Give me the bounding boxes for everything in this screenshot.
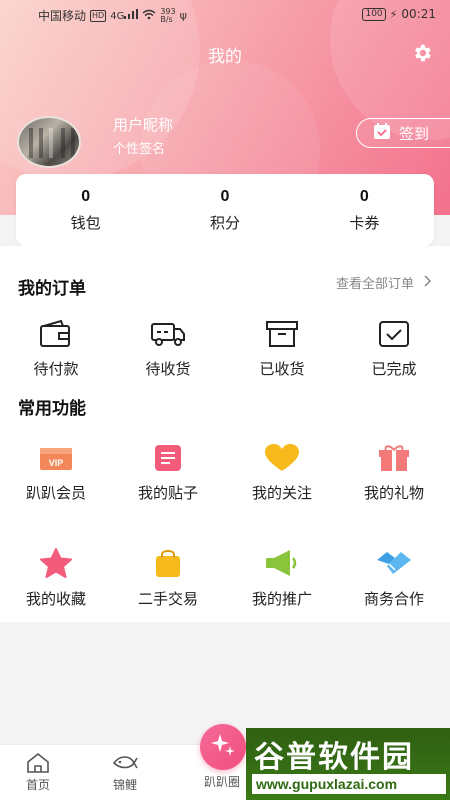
note-icon: [151, 444, 185, 476]
func-favorites[interactable]: 我的收藏: [0, 548, 112, 609]
gift-icon: [377, 444, 411, 476]
charging-icon: ⚡: [389, 7, 398, 21]
func-label: 我的礼物: [363, 484, 424, 502]
func-vip[interactable]: VIP 趴趴会员: [0, 444, 112, 503]
func-promotion[interactable]: 我的推广: [226, 548, 338, 609]
order-awaiting-delivery[interactable]: 待收货: [112, 320, 224, 379]
func-following[interactable]: 我的关注: [226, 444, 338, 503]
order-label: 待收货: [145, 360, 191, 378]
stat-wallet[interactable]: 0 钱包: [16, 174, 155, 246]
stat-value: 0: [359, 187, 369, 205]
svg-text:VIP: VIP: [49, 458, 64, 468]
usb-icon: ψ: [179, 9, 187, 22]
order-label: 已收货: [259, 360, 305, 378]
stat-coupons[interactable]: 0 卡券: [295, 174, 434, 246]
hd-badge: HD: [90, 9, 107, 22]
shopping-bag-icon: [151, 548, 185, 582]
func-posts[interactable]: 我的贴子: [112, 444, 224, 503]
star-icon: [39, 548, 73, 582]
func-label: 我的推广: [251, 590, 312, 608]
handshake-icon: [375, 548, 413, 582]
checkin-label: 签到: [399, 124, 430, 143]
truck-icon: [150, 320, 186, 352]
order-pending-payment[interactable]: 待付款: [0, 319, 112, 379]
watermark-text: 谷普软件园: [254, 740, 414, 775]
orders-section: 我的订单 查看全部订单 待付款 待收货 已收货 已完成: [0, 246, 450, 386]
stat-label: 钱包: [70, 213, 101, 232]
stat-value: 0: [81, 187, 91, 205]
avatar[interactable]: [17, 116, 81, 168]
stat-points[interactable]: 0 积分: [155, 174, 294, 246]
stat-value: 0: [220, 187, 230, 205]
order-label: 已完成: [371, 360, 417, 378]
nickname[interactable]: 用户昵称: [113, 114, 173, 135]
watermark-url: www.gupuxlazai.com: [252, 774, 446, 794]
func-gifts[interactable]: 我的礼物: [338, 444, 450, 503]
calendar-check-icon: [373, 122, 391, 144]
order-label: 待付款: [33, 360, 79, 378]
func-label: 我的贴子: [137, 484, 198, 502]
battery-indicator: 100: [362, 7, 386, 21]
func-label: 我的收藏: [25, 590, 86, 608]
nav-circle-button[interactable]: [200, 724, 246, 770]
box-icon: [265, 320, 299, 352]
vip-card-icon: VIP: [39, 444, 73, 476]
functions-section: 常用功能 VIP 趴趴会员 我的贴子 我的关注 我的礼物 我的收藏 二手交易 我…: [0, 386, 450, 622]
wifi-icon: [142, 9, 156, 23]
func-label: 商务合作: [363, 590, 424, 608]
view-all-orders-link[interactable]: 查看全部订单: [336, 273, 432, 292]
signature[interactable]: 个性签名: [113, 138, 165, 157]
stat-label: 积分: [209, 213, 240, 232]
func-label: 我的关注: [251, 484, 312, 502]
megaphone-icon: [264, 548, 300, 582]
checkin-button[interactable]: 签到: [356, 118, 450, 148]
func-business[interactable]: 商务合作: [338, 548, 450, 609]
func-label: 二手交易: [137, 590, 198, 608]
sparkle-icon: [210, 732, 236, 762]
func-label: 趴趴会员: [25, 484, 86, 502]
home-icon: [26, 752, 50, 776]
network-speed: 393 B/s: [160, 6, 176, 24]
nav-home[interactable]: 首页: [26, 752, 51, 793]
stat-label: 卡券: [349, 213, 380, 232]
order-received[interactable]: 已收货: [226, 320, 338, 379]
clock: 00:21: [401, 7, 436, 21]
page-title: 我的: [208, 47, 242, 67]
carrier-name: 中国移动: [38, 9, 87, 23]
order-completed[interactable]: 已完成: [338, 320, 450, 379]
stats-card: 0 钱包 0 积分 0 卡券: [16, 174, 434, 246]
koi-icon: [112, 753, 138, 776]
gear-icon[interactable]: [411, 42, 433, 64]
status-bar: 中国移动 HD 4G 393 B/s ψ 100 ⚡ 00:21: [0, 0, 450, 28]
watermark-logo: 谷普软件园 www.gupuxlazai.com: [246, 728, 450, 800]
signal-icon: 4G: [110, 9, 139, 22]
functions-title: 常用功能: [18, 399, 86, 419]
chevron-right-icon: [424, 274, 432, 291]
wallet-icon: [39, 319, 73, 352]
orders-title: 我的订单: [18, 279, 86, 299]
checked-box-icon: [377, 320, 411, 352]
nav-label: 锦鲤: [112, 778, 137, 792]
nav-koi[interactable]: 锦鲤: [112, 753, 138, 793]
nav-label: 首页: [26, 778, 51, 792]
heart-icon: [264, 444, 300, 476]
nav-label: 趴趴圈: [204, 775, 241, 789]
func-second-hand[interactable]: 二手交易: [112, 548, 224, 609]
